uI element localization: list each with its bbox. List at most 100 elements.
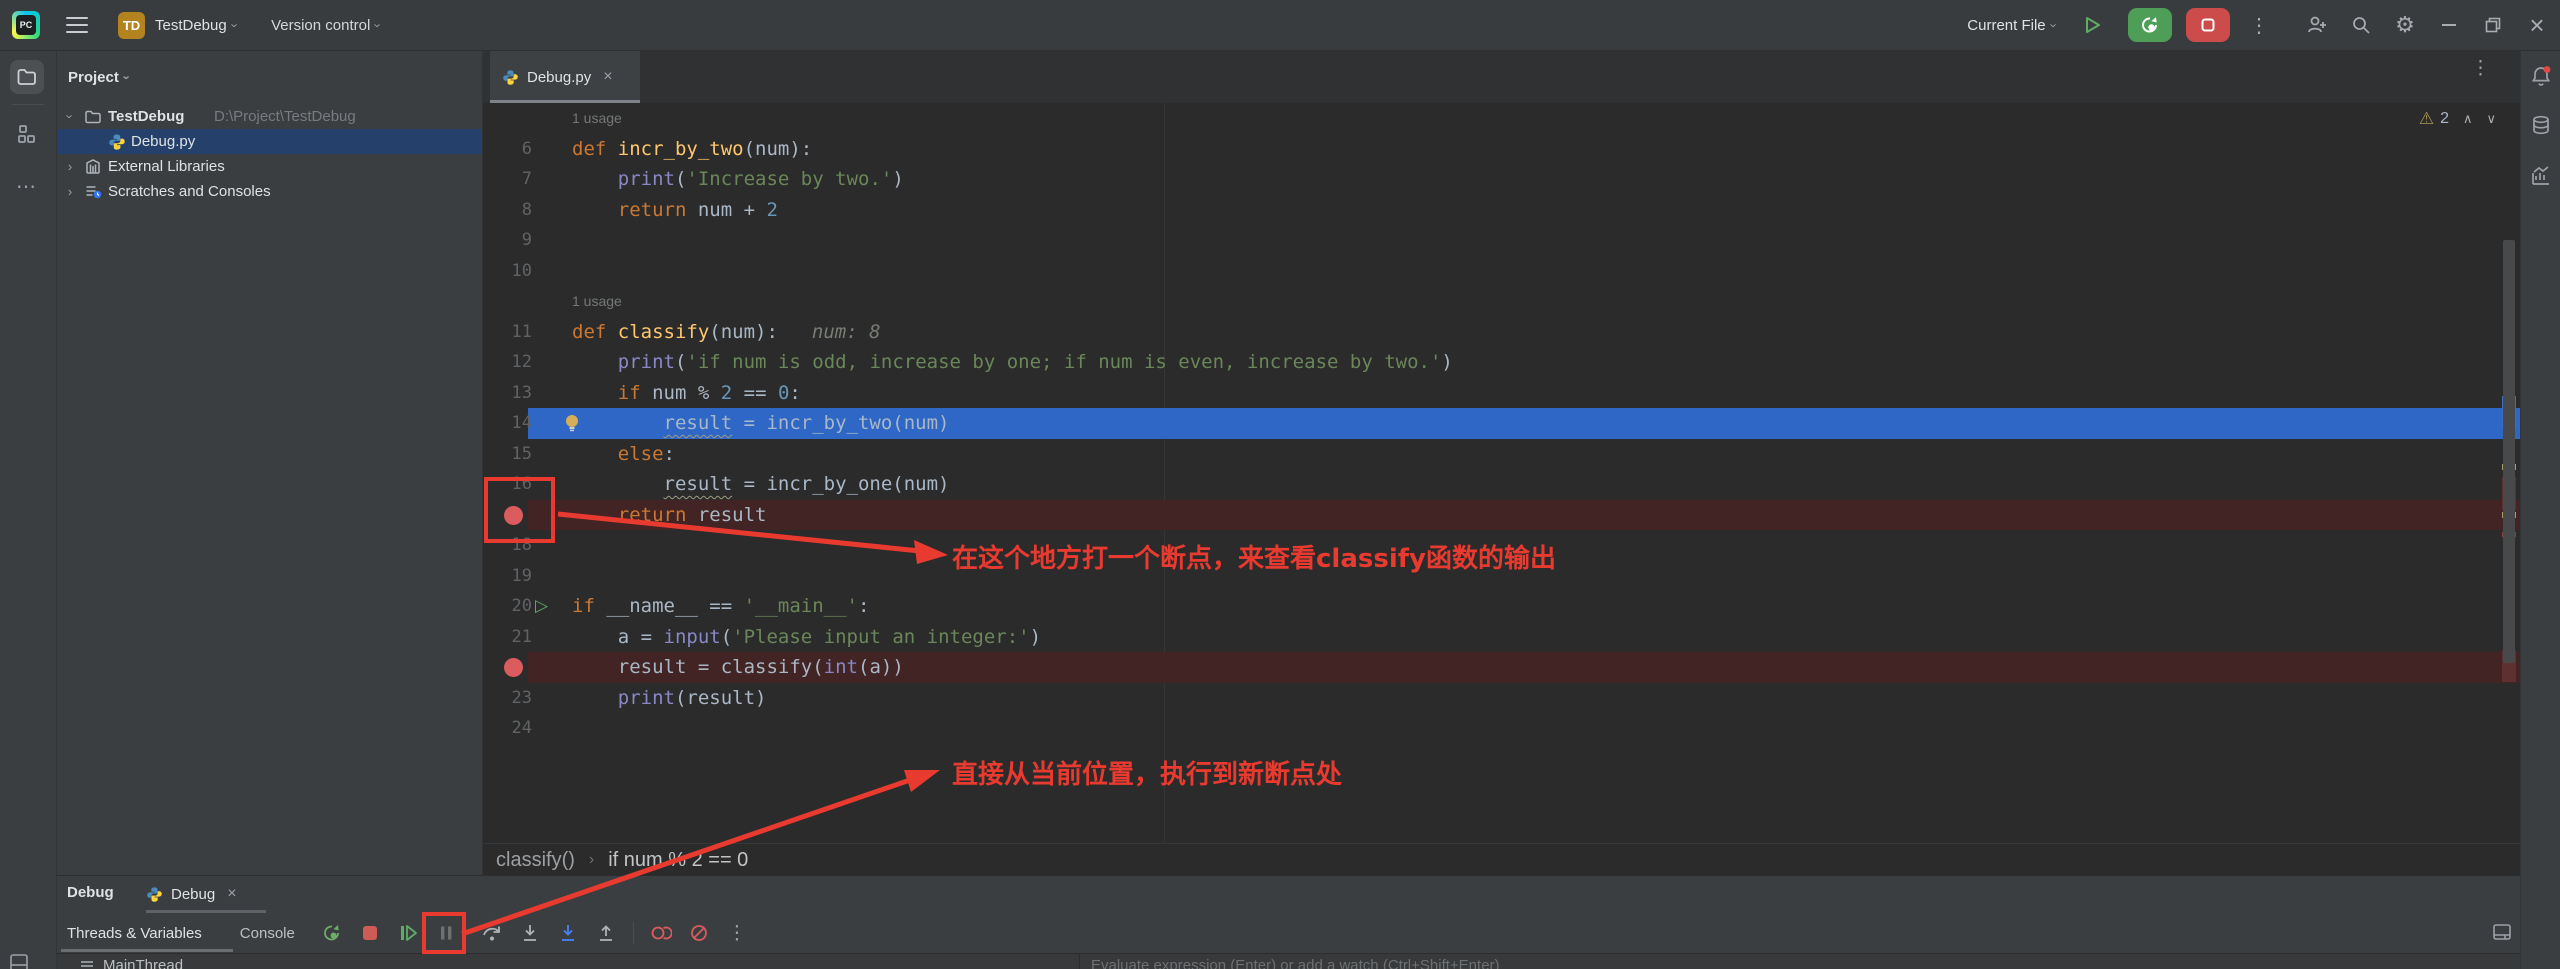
line-number[interactable]: 12 <box>483 347 532 378</box>
line-number[interactable]: 6 <box>483 134 532 165</box>
structure-toolwindow-icon[interactable] <box>10 117 44 151</box>
line-number[interactable]: 16 <box>483 469 532 500</box>
breadcrumb-function[interactable]: classify() <box>496 849 575 872</box>
code-text[interactable]: a = input('Please input an integer:') <box>572 622 1041 653</box>
prev-problem-icon[interactable]: ∧ <box>2463 111 2473 127</box>
stop-button[interactable] <box>2186 8 2230 42</box>
code-line[interactable]: 23 print(result) <box>483 683 2520 714</box>
line-number[interactable]: 9 <box>483 225 532 256</box>
layout-settings-icon[interactable] <box>2492 922 2512 947</box>
line-number[interactable]: 15 <box>483 439 532 470</box>
thread-item[interactable]: MainThread <box>79 957 183 969</box>
vcs-widget[interactable]: Version control <box>271 17 370 34</box>
add-user-icon[interactable] <box>2302 0 2332 50</box>
minimize-icon[interactable] <box>2434 0 2464 50</box>
code-text[interactable]: else: <box>572 439 675 470</box>
tab-threads-variables[interactable]: Threads & Variables <box>67 925 202 942</box>
breakpoint-icon[interactable] <box>504 505 523 525</box>
code-text[interactable]: return result <box>572 500 767 531</box>
database-icon[interactable] <box>2529 114 2553 138</box>
rerun-debug-button[interactable] <box>2128 8 2172 42</box>
editor-scrollbar[interactable] <box>2502 103 2516 843</box>
step-into-icon[interactable] <box>519 922 541 944</box>
mute-breakpoints-icon[interactable] <box>688 922 710 944</box>
rerun-icon[interactable] <box>321 922 343 944</box>
step-out-icon[interactable] <box>595 922 617 944</box>
code-line[interactable]: 6 def incr_by_two(num): <box>483 134 2520 165</box>
chevron-collapsed-icon[interactable]: › <box>63 159 77 174</box>
debug-more-icon[interactable]: ⋮ <box>726 922 748 944</box>
breadcrumb-statement[interactable]: if num % 2 == 0 <box>608 849 748 872</box>
code-line[interactable]: 14 result = incr_by_two(num) <box>483 408 2520 439</box>
code-line[interactable]: 11 def classify(num): num: 8 <box>483 317 2520 348</box>
more-actions-icon[interactable]: ⋮ <box>2244 0 2274 50</box>
tree-item-external-libraries[interactable]: › External Libraries <box>57 154 482 179</box>
usage-hint[interactable]: 1 usage <box>572 103 622 134</box>
run-button[interactable] <box>2070 8 2114 42</box>
resume-icon[interactable] <box>397 922 419 944</box>
code-line[interactable]: 12 print('if num is odd, increase by one… <box>483 347 2520 378</box>
line-number[interactable]: 13 <box>483 378 532 409</box>
evaluate-expression-field[interactable]: Evaluate expression (Enter) or add a wat… <box>1091 957 1500 969</box>
code-text[interactable]: print('if num is odd, increase by one; i… <box>572 347 1453 378</box>
scrollbar-thumb[interactable] <box>2503 240 2515 663</box>
code-line[interactable]: 20 ▷ if __name__ == '__main__': <box>483 591 2520 622</box>
breakpoint-icon[interactable] <box>504 658 523 677</box>
code-line[interactable]: 16 result = incr_by_one(num) <box>483 469 2520 500</box>
usage-hint[interactable]: 1 usage <box>572 286 622 317</box>
maximize-icon[interactable] <box>2478 0 2508 50</box>
run-config-selector[interactable]: Current File <box>1967 17 2045 34</box>
code-line[interactable]: 9 <box>483 225 2520 256</box>
tree-item-debug-py[interactable]: Debug.py <box>57 129 482 154</box>
code-text[interactable]: if __name__ == '__main__': <box>572 591 869 622</box>
code-area[interactable]: 1 usage 6 def incr_by_two(num): 7 print('In… <box>483 103 2520 843</box>
code-text[interactable]: result = incr_by_one(num) <box>572 469 950 500</box>
settings-gear-icon[interactable]: ⚙ <box>2390 0 2420 50</box>
pane-divider[interactable] <box>1079 954 1080 969</box>
tab-console[interactable]: Console <box>240 925 295 942</box>
tree-item-scratches[interactable]: › Scratches and Consoles <box>57 179 482 204</box>
main-menu-icon[interactable] <box>66 17 88 33</box>
project-panel-title[interactable]: Project <box>68 69 119 86</box>
session-tab-close-icon[interactable]: × <box>227 885 236 903</box>
close-icon[interactable]: × <box>2522 0 2552 50</box>
run-line-icon[interactable]: ▷ <box>535 591 548 622</box>
code-line[interactable]: return result <box>483 499 2520 531</box>
debug-toolwindow-icon[interactable] <box>2 946 36 969</box>
inspection-widget[interactable]: ⚠ 2 ∧ ∨ <box>2419 107 2496 131</box>
tab-debug-py[interactable]: Debug.py × <box>490 51 640 103</box>
code-text[interactable]: return num + 2 <box>572 195 778 226</box>
code-text[interactable]: def incr_by_two(num): <box>572 134 812 165</box>
project-widget[interactable]: TestDebug <box>155 17 227 34</box>
line-number[interactable]: 8 <box>483 195 532 226</box>
line-number[interactable]: 19 <box>483 561 532 592</box>
code-line[interactable]: 10 <box>483 256 2520 287</box>
code-line[interactable]: 21 a = input('Please input an integer:') <box>483 622 2520 653</box>
code-line[interactable]: result = classify(int(a)) <box>483 652 2520 683</box>
code-text[interactable]: result = classify(int(a)) <box>572 652 904 683</box>
next-problem-icon[interactable]: ∨ <box>2486 111 2496 127</box>
code-line[interactable]: 13 if num % 2 == 0: <box>483 378 2520 409</box>
debug-session-tab[interactable]: Debug × <box>146 876 237 912</box>
editor-options-icon[interactable]: ⋮ <box>2471 59 2490 78</box>
code-text[interactable]: print('Increase by two.') <box>572 164 904 195</box>
more-toolwindows-icon[interactable]: ⋯ <box>10 169 44 203</box>
code-text[interactable]: print(result) <box>572 683 767 714</box>
line-number[interactable]: 23 <box>483 683 532 714</box>
chevron-expanded-icon[interactable]: › <box>63 110 78 124</box>
line-number[interactable]: 24 <box>483 713 532 744</box>
stop-icon[interactable] <box>359 922 381 944</box>
line-number[interactable]: 10 <box>483 256 532 287</box>
line-number[interactable]: 14 <box>483 408 532 439</box>
line-number[interactable]: 20 <box>483 591 532 622</box>
plots-chart-icon[interactable] <box>2529 164 2553 188</box>
code-line[interactable]: 7 print('Increase by two.') <box>483 164 2520 195</box>
code-text[interactable]: if num % 2 == 0: <box>572 378 801 409</box>
tab-close-icon[interactable]: × <box>603 68 612 86</box>
code-text[interactable]: result = incr_by_two(num) <box>572 408 950 439</box>
notifications-bell-icon[interactable] <box>2529 64 2553 88</box>
code-line[interactable]: 24 <box>483 713 2520 744</box>
code-line[interactable]: 15 else: <box>483 439 2520 470</box>
line-number[interactable]: 18 <box>483 530 532 561</box>
chevron-collapsed-icon[interactable]: › <box>63 184 77 199</box>
